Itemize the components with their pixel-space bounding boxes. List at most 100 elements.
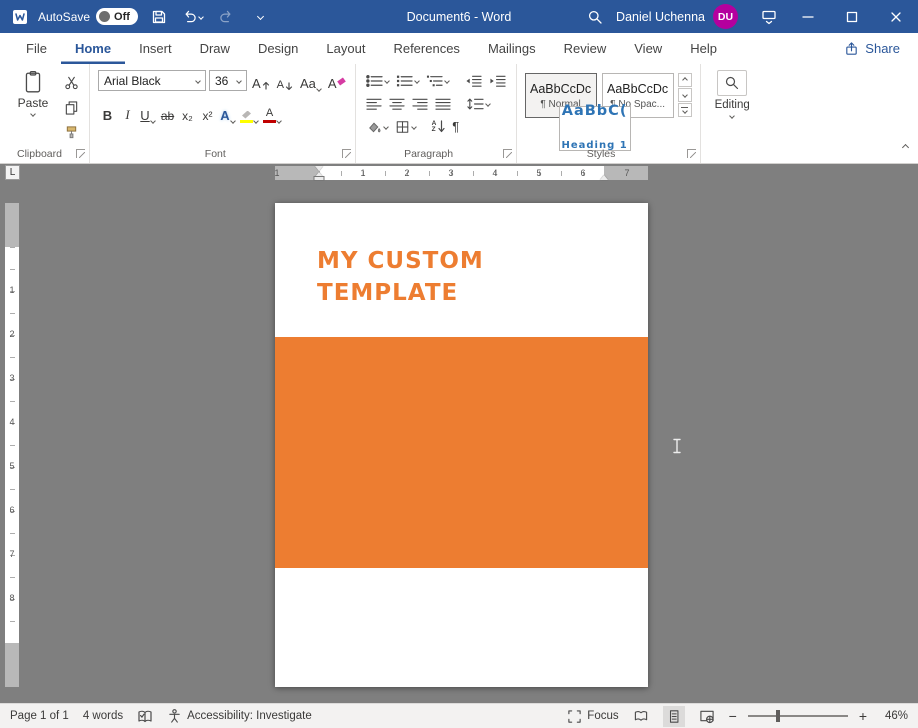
zoom-out-button[interactable]: −	[729, 708, 737, 724]
tab-help[interactable]: Help	[676, 33, 731, 64]
tab-home[interactable]: Home	[61, 33, 125, 64]
ribbon-display-options-button[interactable]	[752, 0, 786, 33]
font-name-combobox[interactable]: Arial Black	[98, 70, 206, 91]
styles-scroll-up-button[interactable]	[678, 73, 692, 87]
zoom-slider-thumb[interactable]	[776, 710, 780, 722]
tab-stop-selector[interactable]: L	[5, 165, 20, 180]
underline-button[interactable]: U	[138, 102, 157, 123]
document-heading[interactable]: MY CUSTOM TEMPLATE	[317, 245, 484, 309]
tab-design[interactable]: Design	[244, 33, 312, 64]
tab-view[interactable]: View	[620, 33, 676, 64]
shrink-font-button[interactable]: A	[275, 70, 295, 91]
left-indent-marker[interactable]	[315, 177, 324, 180]
editing-dropdown-button[interactable]: Editing	[709, 70, 756, 118]
bullets-button[interactable]	[364, 71, 391, 91]
justify-button[interactable]	[433, 94, 453, 114]
style-heading-1[interactable]: AaBbC( Heading 1	[559, 106, 631, 151]
clipboard-dialog-launcher-icon[interactable]	[76, 149, 85, 158]
customize-quick-access-button[interactable]	[248, 0, 274, 33]
first-line-indent-marker[interactable]	[315, 166, 323, 171]
styles-scroll-down-button[interactable]	[678, 88, 692, 102]
magnifier-icon	[724, 75, 740, 91]
share-button[interactable]: Share	[844, 33, 900, 64]
document-page[interactable]: MY CUSTOM TEMPLATE	[275, 203, 648, 687]
focus-mode-button[interactable]: Focus	[567, 709, 618, 724]
pilcrow-glyph: ¶	[452, 119, 459, 134]
tab-review[interactable]: Review	[550, 33, 621, 64]
tab-layout[interactable]: Layout	[312, 33, 379, 64]
font-dialog-launcher-icon[interactable]	[342, 149, 351, 158]
borders-button[interactable]	[393, 117, 418, 137]
autosave-toggle[interactable]: AutoSave Off	[38, 8, 138, 25]
cut-button[interactable]	[61, 72, 81, 92]
bold-button[interactable]: B	[98, 102, 117, 123]
font-size-combobox[interactable]: 36	[209, 70, 247, 91]
numbering-button[interactable]	[394, 71, 421, 91]
styles-gallery-expand-button[interactable]	[678, 103, 692, 117]
redo-button[interactable]	[214, 0, 240, 33]
decrease-indent-button[interactable]	[463, 71, 484, 91]
horizontal-ruler[interactable]: 1 1 2 3 4 5 6 7	[275, 166, 648, 180]
tab-draw[interactable]: Draw	[186, 33, 244, 64]
search-button[interactable]	[582, 0, 608, 33]
font-name-value: Arial Black	[104, 74, 192, 88]
user-name[interactable]: Daniel Uchenna	[616, 10, 705, 24]
shading-button[interactable]	[364, 117, 390, 137]
user-avatar[interactable]: DU	[713, 4, 738, 29]
web-layout-button[interactable]	[696, 706, 718, 727]
grow-font-button[interactable]: A	[250, 70, 272, 91]
format-painter-button[interactable]	[61, 122, 81, 142]
superscript-glyph: x²	[203, 109, 213, 123]
zoom-in-button[interactable]: +	[859, 708, 867, 724]
word-app-icon[interactable]	[10, 7, 30, 27]
superscript-button[interactable]: x²	[198, 102, 217, 123]
styles-dialog-launcher-icon[interactable]	[687, 149, 696, 158]
maximize-button[interactable]	[830, 0, 874, 33]
text-effects-button[interactable]: A	[218, 102, 237, 123]
subscript-button[interactable]: x₂	[178, 102, 197, 123]
page-indicator[interactable]: Page 1 of 1	[10, 710, 69, 722]
save-button[interactable]	[146, 0, 172, 33]
right-indent-marker[interactable]	[600, 175, 608, 180]
highlight-color-button[interactable]	[238, 102, 260, 123]
tab-mailings[interactable]: Mailings	[474, 33, 550, 64]
collapse-ribbon-button[interactable]	[903, 137, 908, 155]
copy-button[interactable]	[61, 97, 81, 117]
orange-rectangle-shape[interactable]	[275, 337, 648, 568]
find-button[interactable]	[717, 70, 747, 96]
word-count[interactable]: 4 words	[83, 710, 123, 722]
read-mode-button[interactable]	[630, 706, 652, 727]
ruler-number: 5	[536, 168, 541, 178]
tab-references[interactable]: References	[379, 33, 473, 64]
ruler-number: 2	[404, 168, 409, 178]
proofing-status-button[interactable]	[137, 709, 153, 724]
tab-file[interactable]: File	[12, 33, 61, 64]
line-spacing-button[interactable]	[465, 94, 492, 114]
paste-button[interactable]: Paste	[12, 70, 54, 142]
increase-indent-button[interactable]	[487, 71, 508, 91]
undo-dropdown-chevron[interactable]	[199, 14, 205, 20]
show-hide-marks-button[interactable]: ¶	[450, 117, 461, 137]
vertical-ruler[interactable]: 1 2 3 4 5 6 7 8	[5, 182, 19, 703]
align-center-button[interactable]	[387, 94, 407, 114]
multilevel-list-button[interactable]	[424, 71, 451, 91]
document-canvas[interactable]: 1 2 3 4 5 6 7 8 MY CUSTOM TEMPLATE	[0, 182, 918, 703]
print-layout-button[interactable]	[663, 706, 685, 727]
change-case-button[interactable]: Aa	[298, 70, 323, 91]
strikethrough-button[interactable]: ab	[158, 102, 177, 123]
paragraph-dialog-launcher-icon[interactable]	[503, 149, 512, 158]
chevron-down-icon	[253, 118, 259, 124]
minimize-button[interactable]	[786, 0, 830, 33]
tab-insert[interactable]: Insert	[125, 33, 186, 64]
italic-button[interactable]: I	[118, 102, 137, 123]
undo-button[interactable]	[180, 0, 206, 33]
sort-button[interactable]: A Z	[430, 117, 448, 137]
clear-formatting-button[interactable]: A	[326, 70, 347, 91]
accessibility-status-button[interactable]: Accessibility: Investigate	[167, 708, 312, 724]
zoom-level[interactable]: 46%	[878, 710, 908, 722]
align-left-button[interactable]	[364, 94, 384, 114]
close-button[interactable]	[874, 0, 918, 33]
zoom-slider[interactable]	[748, 715, 848, 717]
font-color-button[interactable]: A	[261, 102, 283, 123]
align-right-button[interactable]	[410, 94, 430, 114]
